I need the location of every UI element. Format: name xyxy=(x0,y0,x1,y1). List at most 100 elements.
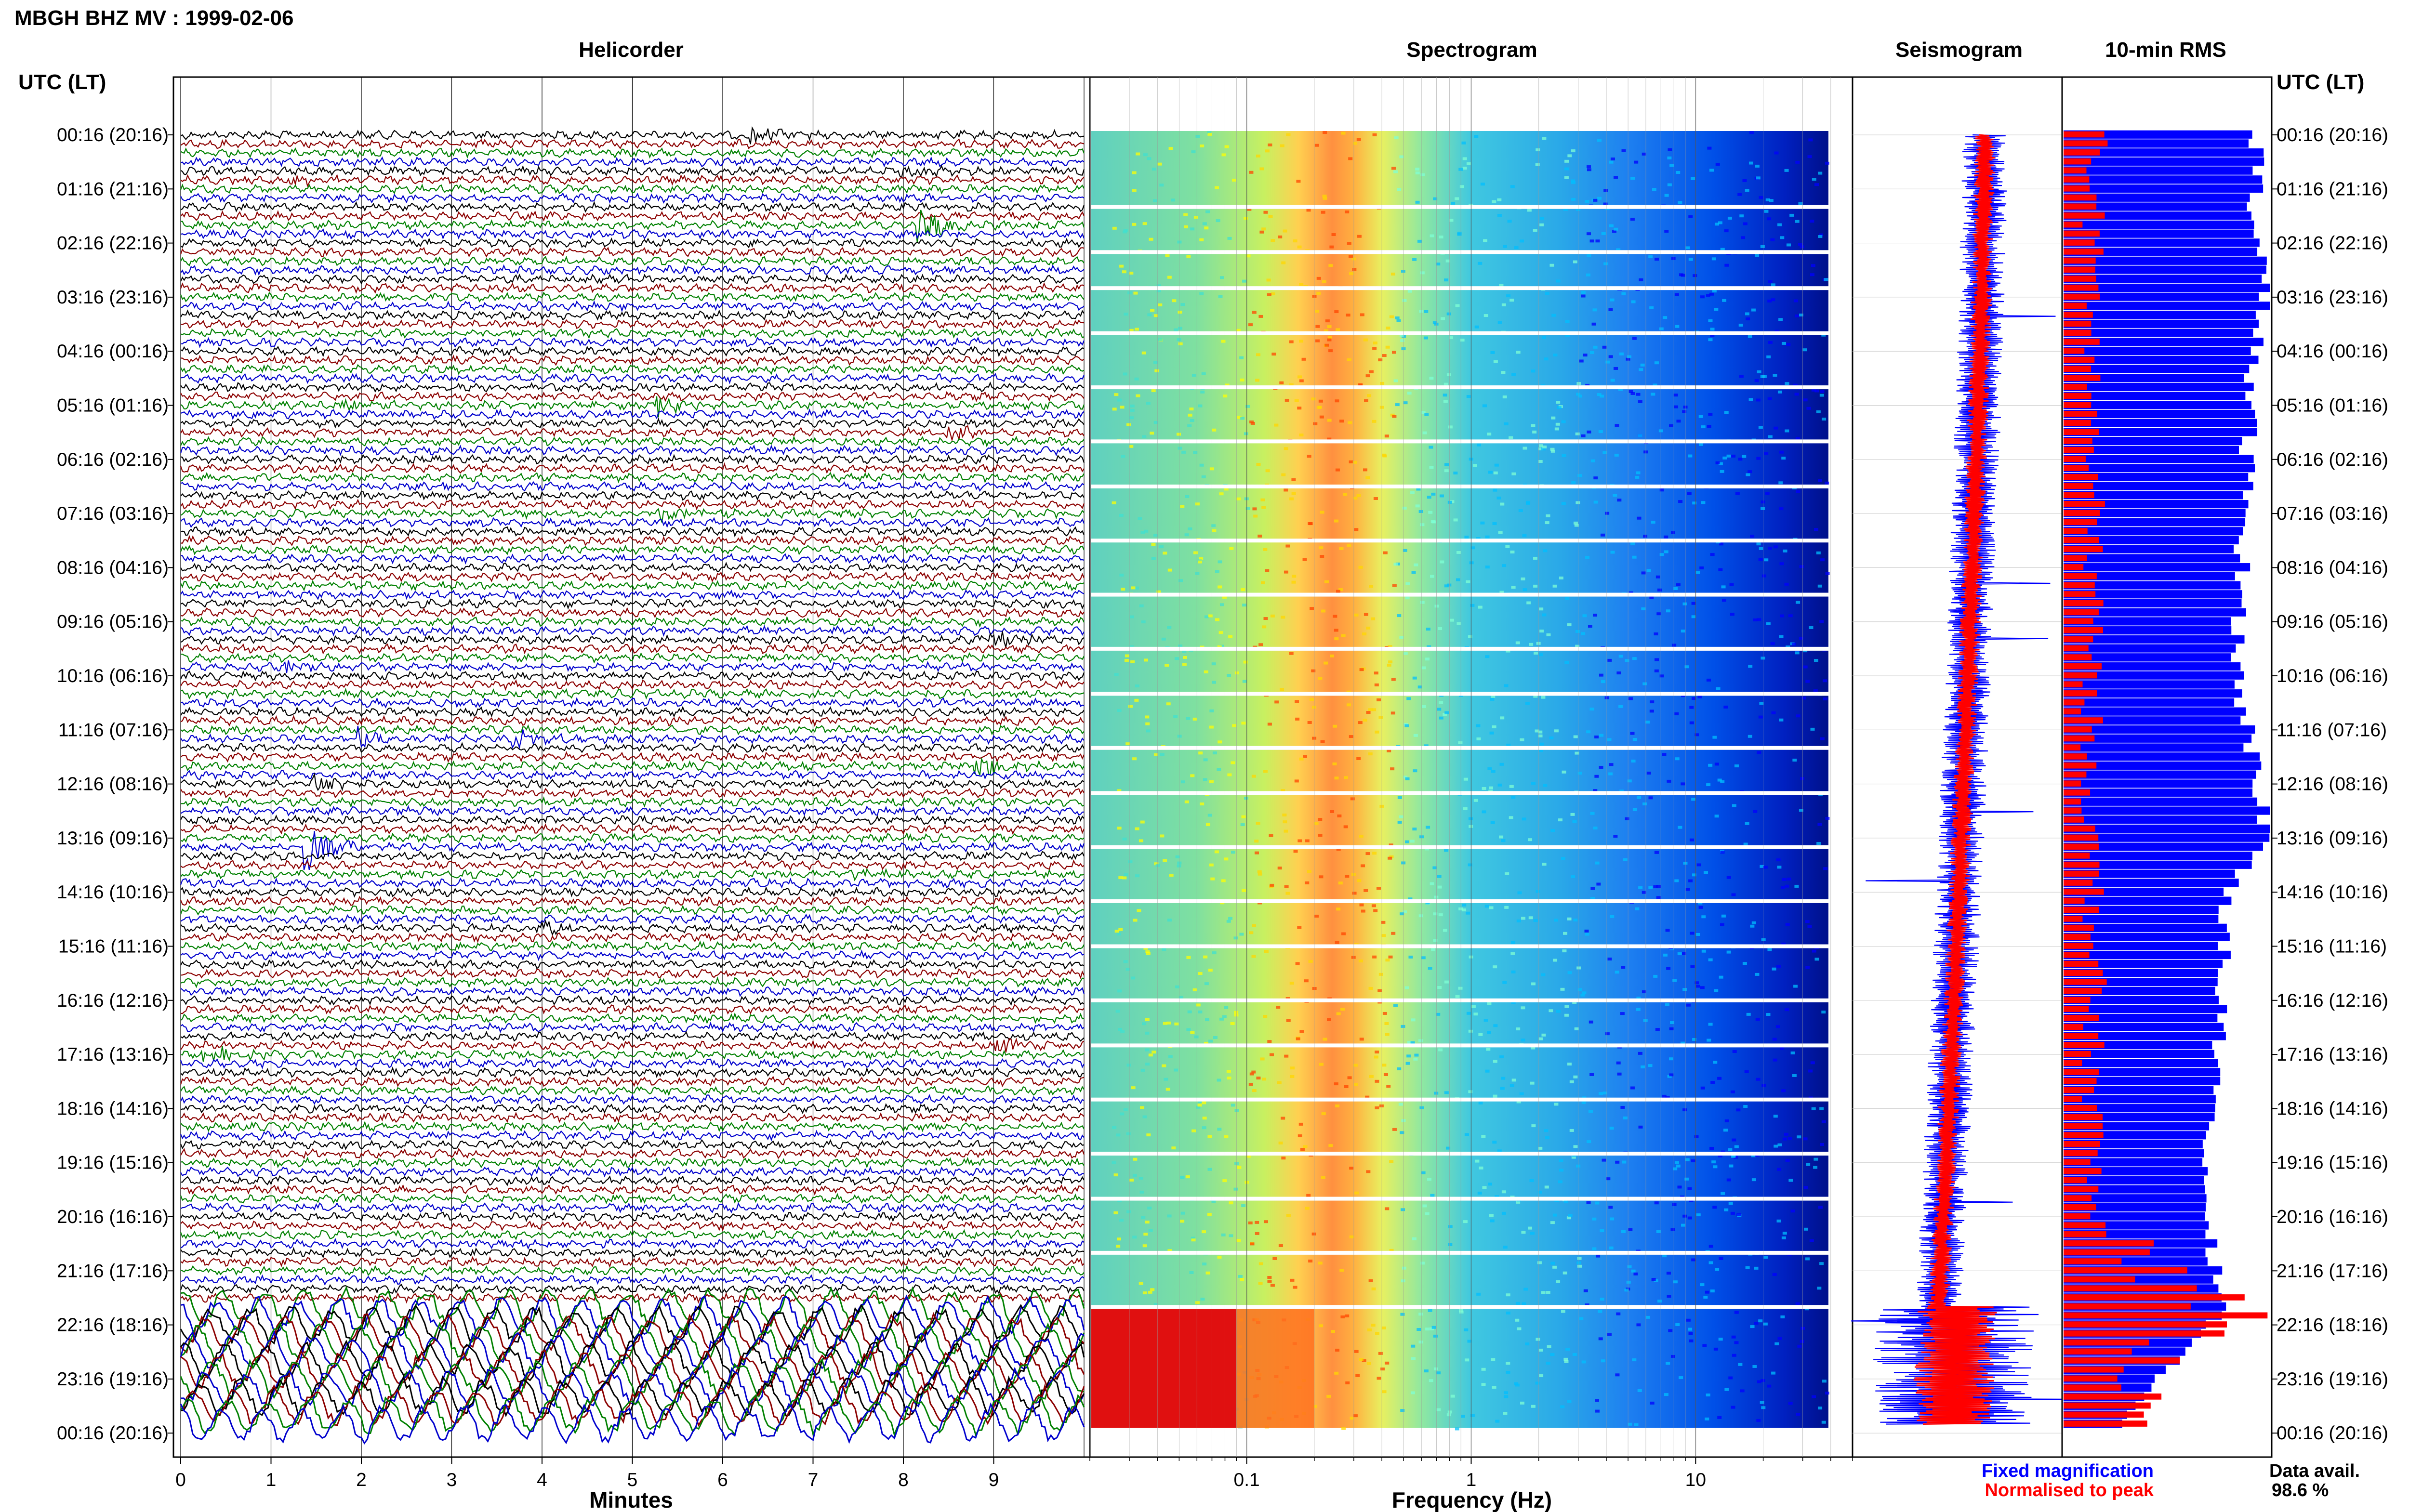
spectrogram-speckle xyxy=(1335,1348,1340,1352)
spectrogram-speckle xyxy=(1557,406,1562,409)
spectrogram-speckle xyxy=(1668,1057,1673,1061)
rms-bar-normalised xyxy=(2064,1114,2103,1120)
time-tick-label-left: 05:16 (01:16) xyxy=(57,395,169,416)
spectrogram-speckle xyxy=(1327,419,1332,422)
spectrogram-speckle xyxy=(1458,741,1463,745)
spectrogram-speckle xyxy=(1493,471,1498,474)
spectrogram-speckle xyxy=(1586,273,1590,276)
spectrogram-speckle xyxy=(1199,292,1204,295)
spectrogram-speckle xyxy=(1326,1394,1331,1398)
spectrogram-speckle xyxy=(1649,710,1654,713)
spectrogram-speckle xyxy=(1117,989,1122,993)
spectrogram-speckle xyxy=(1188,413,1192,417)
spectrogram-speckle xyxy=(1114,393,1119,396)
spectrogram-speckle xyxy=(1133,1157,1138,1161)
rms-bar-fixed xyxy=(2064,302,2270,310)
spectrogram-speckle xyxy=(1385,959,1390,962)
spectrogram-speckle xyxy=(1587,168,1591,171)
spectrogram-speckle xyxy=(1790,1210,1795,1213)
rms-bar-normalised xyxy=(2064,1375,2118,1382)
rms-bar-normalised xyxy=(2064,762,2097,769)
spectrogram-gap xyxy=(1091,205,1828,209)
spectrogram-speckle xyxy=(1272,1257,1277,1260)
spectrogram-speckle xyxy=(1341,932,1346,935)
spectrogram-speckle xyxy=(1377,887,1381,890)
spectrogram-speckle xyxy=(1372,852,1377,855)
spectrogram-speckle xyxy=(1125,654,1129,657)
spectrogram-speckle xyxy=(1258,643,1263,646)
spectrogram-speckle xyxy=(1141,351,1146,355)
spectrogram-speckle xyxy=(1743,1104,1748,1108)
spectrogram-speckle xyxy=(1720,470,1724,473)
spectrogram-speckle xyxy=(1707,146,1712,150)
spectrogram-speckle xyxy=(1299,379,1304,382)
spectrogram-speckle xyxy=(1449,219,1454,222)
spectrogram-speckle xyxy=(1289,340,1294,343)
spectrogram-speckle xyxy=(1610,1217,1615,1221)
spectrogram-speckle xyxy=(1676,171,1681,174)
spectrogram-speckle xyxy=(1165,664,1169,667)
spectrogram-speckle xyxy=(1768,280,1773,283)
spectrogram-speckle xyxy=(1747,735,1752,738)
spectrogram-speckle xyxy=(1130,660,1135,663)
spectrogram-speckle xyxy=(1143,153,1148,157)
spectrogram-speckle xyxy=(1372,133,1377,136)
spectrogram-speckle xyxy=(1396,319,1401,322)
spectrogram-speckle xyxy=(1768,435,1773,438)
spectrogram-speckle xyxy=(1609,224,1614,227)
spectrogram-speckle xyxy=(1780,614,1785,618)
spectrogram-speckle xyxy=(1116,1133,1121,1137)
spectrogram-speckle xyxy=(1290,1075,1295,1078)
spectrogram-speckle xyxy=(1664,1393,1668,1396)
spectrogram-speckle xyxy=(1521,577,1525,580)
spectrogram-speckle xyxy=(1782,878,1787,881)
spectrogram-speckle xyxy=(1801,697,1806,700)
time-tick-label-left: 12:16 (08:16) xyxy=(57,774,169,795)
spectrogram-speckle xyxy=(1197,1104,1202,1107)
spectrogram-speckle xyxy=(1240,1278,1244,1281)
spectrogram-speckle xyxy=(1422,1204,1427,1208)
spectrogram-speckle xyxy=(1476,1292,1481,1296)
spectrogram-speckle xyxy=(1126,1132,1131,1135)
spectrogram-speckle xyxy=(1764,558,1769,562)
spectrogram-speckle xyxy=(1124,313,1128,316)
spectrogram-speckle xyxy=(1768,547,1773,550)
spectrogram-speckle xyxy=(1480,521,1485,525)
spectrogram-speckle xyxy=(1151,557,1156,560)
spectrogram-speckle xyxy=(1685,246,1690,250)
spectrogram-speckle xyxy=(1195,1301,1200,1304)
spectrogram-speckle xyxy=(1374,671,1378,675)
spectrogram-speckle xyxy=(1184,800,1189,803)
spectrogram-speckle xyxy=(1577,1264,1582,1268)
time-tick-label-right: 00:16 (20:16) xyxy=(2277,1423,2388,1444)
spectrogram-speckle xyxy=(1535,163,1540,167)
spectrogram-speckle xyxy=(1293,850,1298,853)
spectrogram-speckle xyxy=(1436,1408,1441,1411)
spectrogram-speckle xyxy=(1449,618,1454,622)
spectrogram-speckle xyxy=(1489,731,1494,735)
spectrogram-speckle xyxy=(1343,493,1348,496)
spectrogram-speckle xyxy=(1600,1229,1604,1233)
spectrogram-speckle xyxy=(1543,549,1548,552)
spectrogram-speckle xyxy=(1411,1357,1416,1360)
spectrogram-speckle xyxy=(1608,772,1613,776)
rms-bar-fixed xyxy=(2064,851,2252,860)
spectrogram-speckle xyxy=(1490,697,1495,701)
spectrogram-speckle xyxy=(1510,952,1515,955)
spectrogram-speckle xyxy=(1316,276,1321,280)
spectrogram-speckle xyxy=(1771,711,1776,714)
rms-bar-normalised xyxy=(2064,861,2100,868)
spectrogram-speckle xyxy=(1400,1409,1405,1412)
spectrogram-speckle xyxy=(1606,1177,1611,1181)
spectrogram-speckle xyxy=(1803,1227,1808,1231)
spectrogram-speckle xyxy=(1641,990,1646,994)
spectrogram-speckle xyxy=(1621,292,1626,295)
spectrogram-speckle xyxy=(1311,1232,1316,1236)
spectrogram-speckle xyxy=(1150,1288,1155,1291)
spectrogram-speckle xyxy=(1455,995,1460,998)
spectrogram-speckle xyxy=(1736,1213,1741,1216)
spectrogram-speckle xyxy=(1808,138,1813,142)
spectrogram-speckle xyxy=(1721,914,1726,918)
spectrogram-speckle xyxy=(1586,730,1591,734)
spectrogram-speckle xyxy=(1214,186,1219,189)
